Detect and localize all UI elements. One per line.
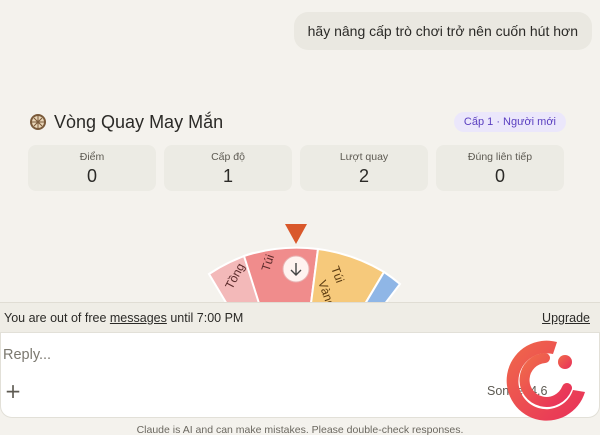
stat-value: 2	[358, 166, 369, 186]
notice-text: You are out of free messages until 7:00 …	[4, 311, 243, 325]
user-message: hãy nâng cấp trò chơi trở nên cuốn hút h…	[293, 12, 592, 50]
reply-input[interactable]	[3, 347, 483, 363]
level-badge: Cấp 1 · Người mới	[453, 112, 566, 132]
usage-limit-notice: You are out of free messages until 7:00 …	[0, 302, 600, 332]
stat-value: 0	[494, 166, 505, 186]
pointer-icon	[285, 224, 307, 244]
notice-text-before: You are out of free	[4, 310, 107, 325]
wheel-icon	[30, 114, 46, 130]
stats-row: Điểm 0 Cấp độ 1 Lượt quay 2 Đúng liên ti…	[28, 145, 566, 191]
game-title: Vòng Quay May Mắn	[28, 112, 223, 133]
stat-label: Lượt quay	[339, 151, 389, 163]
game-artifact: Vòng Quay May Mắn Cấp 1 · Người mới Điểm…	[28, 108, 566, 191]
plus-icon[interactable]: +	[3, 381, 23, 401]
stat-label: Đúng liên tiếp	[467, 151, 533, 163]
stat-value: 1	[222, 166, 233, 186]
stat-card-score: Điểm 0	[28, 145, 156, 191]
stat-label: Cấp độ	[211, 151, 245, 163]
stat-card-streak: Đúng liên tiếp 0	[436, 145, 564, 191]
wheel-area: Túi Túi Vàng Tồng	[0, 220, 600, 310]
lucky-wheel[interactable]: Túi Túi Vàng Tồng	[0, 220, 600, 310]
game-header: Vòng Quay May Mắn Cấp 1 · Người mới	[28, 108, 566, 136]
stat-label: Điểm	[79, 151, 105, 163]
notice-text-after: until 7:00 PM	[170, 310, 244, 325]
stat-card-level: Cấp độ 1	[164, 145, 292, 191]
messages-link[interactable]: messages	[110, 311, 167, 325]
upgrade-link[interactable]: Upgrade	[542, 311, 590, 325]
game-title-text: Vòng Quay May Mắn	[54, 111, 224, 132]
stat-value: 0	[86, 166, 97, 186]
watermark-logo-icon	[506, 340, 585, 421]
stat-card-spins: Lượt quay 2	[300, 145, 428, 191]
